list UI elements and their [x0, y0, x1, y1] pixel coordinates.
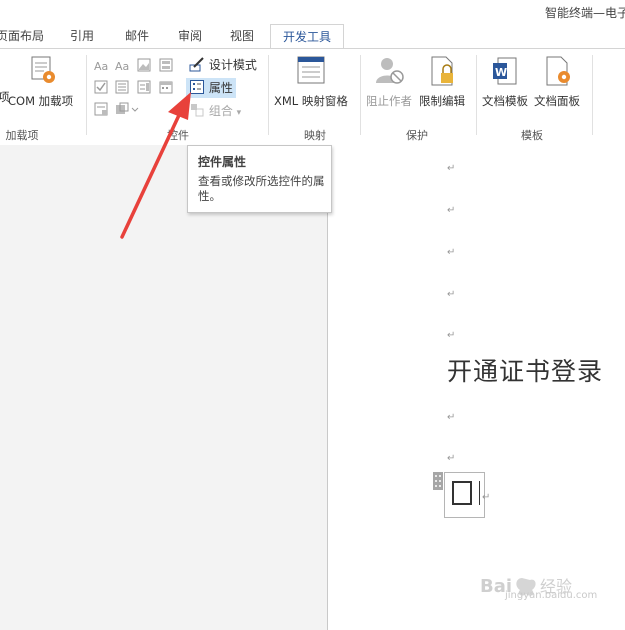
repeating-section-content-control-icon[interactable]	[94, 102, 108, 116]
word-document-icon: W	[493, 57, 517, 85]
document-panel-button[interactable]: 文档面板	[534, 55, 580, 109]
tab-mailings[interactable]: 邮件	[117, 24, 157, 48]
date-picker-content-control-icon[interactable]	[159, 80, 173, 94]
building-block-gallery-icon[interactable]	[159, 58, 173, 72]
com-addins-label: COM 加载项	[8, 94, 74, 108]
properties-button[interactable]: 属性	[186, 78, 236, 98]
group-separator	[592, 55, 593, 135]
design-mode-label: 设计模式	[208, 58, 257, 72]
document-gray-margin	[0, 145, 327, 630]
group-label-addins: 加载项	[5, 129, 39, 142]
tab-references[interactable]: 引用	[62, 24, 102, 48]
properties-tooltip: 控件属性 查看或修改所选控件的属性。	[187, 145, 332, 213]
tooltip-title: 控件属性	[198, 155, 247, 169]
block-authors-label: 阻止作者	[366, 94, 412, 108]
restrict-editing-button[interactable]: 限制编辑	[419, 55, 465, 109]
group-dropdown-icon: ▾	[236, 108, 242, 118]
ribbon: 项 COM 加载项 加载项 Aa Aa 设计模式 属性 组合 ▾ 控件 XML …	[0, 48, 625, 146]
group-label-controls: 控件	[167, 129, 189, 142]
tab-review[interactable]: 审阅	[170, 24, 210, 48]
svg-text:W: W	[495, 66, 507, 79]
paragraph-mark: ↵	[447, 247, 456, 258]
document-panel-icon	[546, 56, 570, 86]
svg-text:Aa: Aa	[94, 60, 108, 72]
text-cursor	[479, 481, 480, 505]
paragraph-mark: ↵	[447, 330, 456, 341]
document-panel-label: 文档面板	[534, 94, 580, 108]
com-addins-button[interactable]: COM 加载项	[8, 55, 73, 109]
chevron-down-icon[interactable]	[131, 104, 139, 114]
tooltip-description: 查看或修改所选控件的属性。	[198, 174, 325, 203]
svg-text:Aa: Aa	[115, 60, 129, 72]
drag-handle-icon	[435, 475, 441, 487]
paragraph-mark: ↵	[447, 412, 456, 423]
group-separator	[86, 55, 87, 135]
restrict-editing-label: 限制编辑	[419, 94, 465, 108]
design-mode-button[interactable]: 设计模式	[186, 55, 260, 75]
document-template-button[interactable]: W 文档模板	[482, 55, 528, 109]
combo-box-content-control-icon[interactable]	[115, 80, 129, 94]
document-title: 智能终端—电子	[544, 6, 625, 20]
plain-text-content-control-icon[interactable]: Aa	[115, 58, 129, 72]
com-addins-icon	[31, 56, 55, 83]
checkbox-content-control-icon[interactable]	[94, 80, 108, 94]
checkbox[interactable]	[452, 481, 472, 505]
group-label-mapping: 映射	[304, 129, 326, 142]
block-authors-icon	[376, 58, 404, 84]
tab-page-layout[interactable]: 页面布局	[0, 24, 46, 48]
properties-icon	[190, 80, 204, 94]
design-mode-icon	[189, 57, 204, 72]
group-separator	[360, 55, 361, 135]
block-authors-button[interactable]: 阻止作者	[366, 55, 412, 109]
group-separator	[476, 55, 477, 135]
title-bar: 智能终端—电子	[0, 0, 625, 22]
tab-developer[interactable]: 开发工具	[270, 24, 344, 49]
paragraph-mark: ↵	[447, 163, 456, 174]
dropdown-list-content-control-icon[interactable]	[137, 80, 151, 94]
group-icon	[191, 104, 204, 117]
baidu-watermark-url: jingyan.baidu.com	[505, 590, 598, 601]
picture-content-control-icon[interactable]	[137, 58, 151, 72]
document-heading[interactable]: 开通证书登录	[447, 352, 603, 388]
paragraph-mark: ↵	[482, 492, 491, 503]
paragraph-mark: ↵	[447, 205, 456, 216]
rich-text-content-control-icon[interactable]: Aa	[94, 58, 108, 72]
group-label-templates: 模板	[521, 129, 543, 142]
group-label-protect: 保护	[406, 129, 428, 142]
group-separator	[268, 55, 269, 135]
legacy-tools-icon[interactable]	[115, 102, 129, 116]
tab-view[interactable]: 视图	[222, 24, 262, 48]
restrict-editing-icon	[431, 56, 453, 86]
group-label: 组合	[208, 104, 233, 118]
properties-label: 属性	[208, 81, 233, 95]
content-control-handle[interactable]	[433, 472, 443, 490]
xml-mapping-pane-icon	[297, 56, 325, 84]
document-template-label: 文档模板	[482, 94, 528, 108]
paragraph-mark: ↵	[447, 453, 456, 464]
group-button[interactable]: 组合 ▾	[186, 101, 244, 121]
xml-mapping-pane-label: XML 映射窗格	[274, 94, 348, 108]
ribbon-tabs: 页面布局 引用 邮件 审阅 视图 开发工具	[0, 24, 625, 49]
xml-mapping-pane-button[interactable]: XML 映射窗格	[274, 55, 348, 109]
paragraph-mark: ↵	[447, 289, 456, 300]
